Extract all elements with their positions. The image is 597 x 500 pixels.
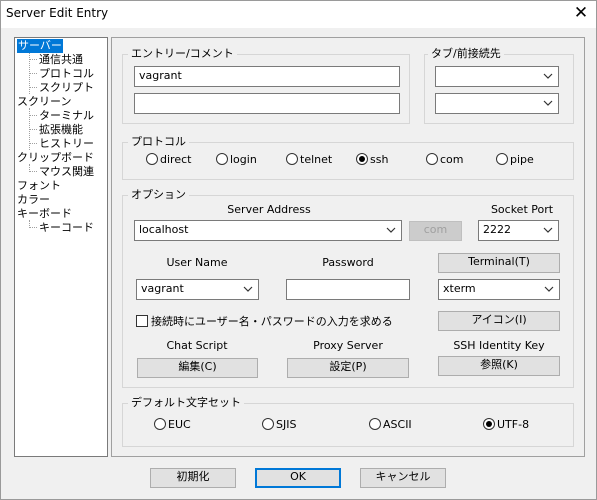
password-input[interactable]: [286, 279, 410, 300]
terminal-button[interactable]: Terminal(T): [438, 253, 560, 273]
radio-circle: [216, 153, 228, 165]
proxy-server-label: Proxy Server: [313, 339, 383, 352]
radio-label: telnet: [300, 153, 333, 166]
password-label: Password: [322, 256, 374, 269]
charset-radio-sjis[interactable]: SJIS: [262, 418, 296, 431]
prompt-credentials-checkbox[interactable]: 接続時にユーザー名・パスワードの入力を求める: [136, 315, 393, 328]
icon-button[interactable]: アイコン(I): [438, 311, 560, 331]
socket-port-select[interactable]: 2222: [478, 220, 559, 241]
terminal-type-value: xterm: [443, 282, 476, 295]
radio-circle: [286, 153, 298, 165]
protocol-radio-telnet[interactable]: telnet: [286, 153, 332, 166]
tab-select[interactable]: [435, 66, 559, 87]
tree-item-comm-common[interactable]: 通信共通: [39, 53, 83, 67]
cancel-button[interactable]: キャンセル: [360, 468, 446, 488]
entry-group-label: エントリー/コメント: [128, 48, 237, 60]
tree-item-terminal[interactable]: ターミナル: [39, 109, 94, 123]
radio-circle: [483, 418, 495, 430]
initialize-button[interactable]: 初期化: [150, 468, 236, 488]
tree-item-script[interactable]: スクリプト: [39, 81, 94, 95]
radio-label: ASCII: [383, 418, 412, 431]
radio-label: UTF-8: [497, 418, 530, 431]
tree-item-keycode[interactable]: キーコード: [39, 221, 94, 235]
charset-radio-euc[interactable]: EUC: [154, 418, 191, 431]
tree-item-keyboard[interactable]: キーボード: [17, 207, 72, 221]
entry-name-input[interactable]: vagrant: [134, 66, 400, 87]
tree-item-history[interactable]: ヒストリー: [39, 137, 94, 151]
radio-circle: [262, 418, 274, 430]
prev-connection-select[interactable]: [435, 93, 559, 114]
protocol-radio-com[interactable]: com: [426, 153, 464, 166]
radio-label: com: [440, 153, 464, 166]
tree-item-protocol[interactable]: プロトコル: [39, 67, 94, 81]
terminal-type-select[interactable]: xterm: [438, 279, 560, 300]
tree-item-mouse[interactable]: マウス関連: [39, 165, 94, 179]
radio-circle: [369, 418, 381, 430]
protocol-group-label: プロトコル: [128, 136, 189, 148]
ssh-identity-browse-button[interactable]: 参照(K): [438, 356, 560, 376]
tab-group-label: タブ/前接続先: [428, 48, 504, 60]
server-address-label: Server Address: [227, 203, 311, 216]
ok-button[interactable]: OK: [255, 468, 341, 488]
radio-label: EUC: [168, 418, 191, 431]
radio-label: pipe: [510, 153, 534, 166]
protocol-radio-login[interactable]: login: [216, 153, 257, 166]
tree-item-screen[interactable]: スクリーン: [17, 95, 71, 109]
close-icon[interactable]: ✕: [568, 2, 594, 24]
user-name-value: vagrant: [141, 282, 184, 295]
chevron-down-icon: [543, 73, 553, 79]
user-name-label: User Name: [166, 256, 228, 269]
chat-script-label: Chat Script: [166, 339, 228, 352]
proxy-server-settings-button[interactable]: 設定(P): [287, 358, 409, 378]
radio-label: login: [230, 153, 257, 166]
radio-circle: [496, 153, 508, 165]
tree-item-clipboard[interactable]: クリップボード: [17, 151, 94, 165]
radio-circle: [426, 153, 438, 165]
server-address-select[interactable]: localhost: [134, 220, 402, 241]
ssh-identity-label: SSH Identity Key: [453, 339, 545, 352]
tree-item-font[interactable]: フォント: [17, 179, 61, 193]
server-address-value: localhost: [139, 223, 189, 236]
radio-label: ssh: [370, 153, 389, 166]
protocol-radio-ssh[interactable]: ssh: [356, 153, 388, 166]
window-title: Server Edit Entry: [6, 6, 109, 20]
radio-label: SJIS: [276, 418, 297, 431]
chevron-down-icon: [543, 100, 553, 106]
comment-input[interactable]: [134, 93, 400, 114]
chevron-down-icon: [544, 286, 554, 292]
tree-item-extension[interactable]: 拡張機能: [39, 123, 83, 137]
radio-label: direct: [160, 153, 192, 166]
protocol-radio-direct[interactable]: direct: [146, 153, 191, 166]
socket-port-label: Socket Port: [490, 203, 554, 216]
radio-circle: [146, 153, 158, 165]
chevron-down-icon: [543, 227, 553, 233]
charset-radio-utf8[interactable]: UTF-8: [483, 418, 529, 431]
chevron-down-icon: [386, 227, 396, 233]
user-name-select[interactable]: vagrant: [136, 279, 259, 300]
com-button[interactable]: com: [409, 221, 462, 241]
radio-circle: [154, 418, 166, 430]
tree-item-color[interactable]: カラー: [17, 193, 50, 207]
checkbox-box: [136, 315, 148, 327]
charset-group-label: デフォルト文字セット: [128, 397, 244, 409]
prompt-credentials-label: 接続時にユーザー名・パスワードの入力を求める: [151, 315, 393, 328]
charset-radio-ascii[interactable]: ASCII: [369, 418, 412, 431]
settings-panel: エントリー/コメント vagrant タブ/前接続先 プロトコル direct …: [111, 37, 585, 457]
tree-item-server[interactable]: サーバー: [17, 39, 63, 53]
chevron-down-icon: [243, 286, 253, 292]
protocol-radio-pipe[interactable]: pipe: [496, 153, 534, 166]
socket-port-value: 2222: [483, 223, 511, 236]
options-group-label: オプション: [128, 189, 189, 201]
settings-tree[interactable]: サーバー 通信共通 プロトコル スクリプト スクリーン ターミナル 拡張機能 ヒ…: [14, 37, 108, 457]
chat-script-edit-button[interactable]: 編集(C): [137, 358, 258, 378]
radio-circle: [356, 153, 368, 165]
